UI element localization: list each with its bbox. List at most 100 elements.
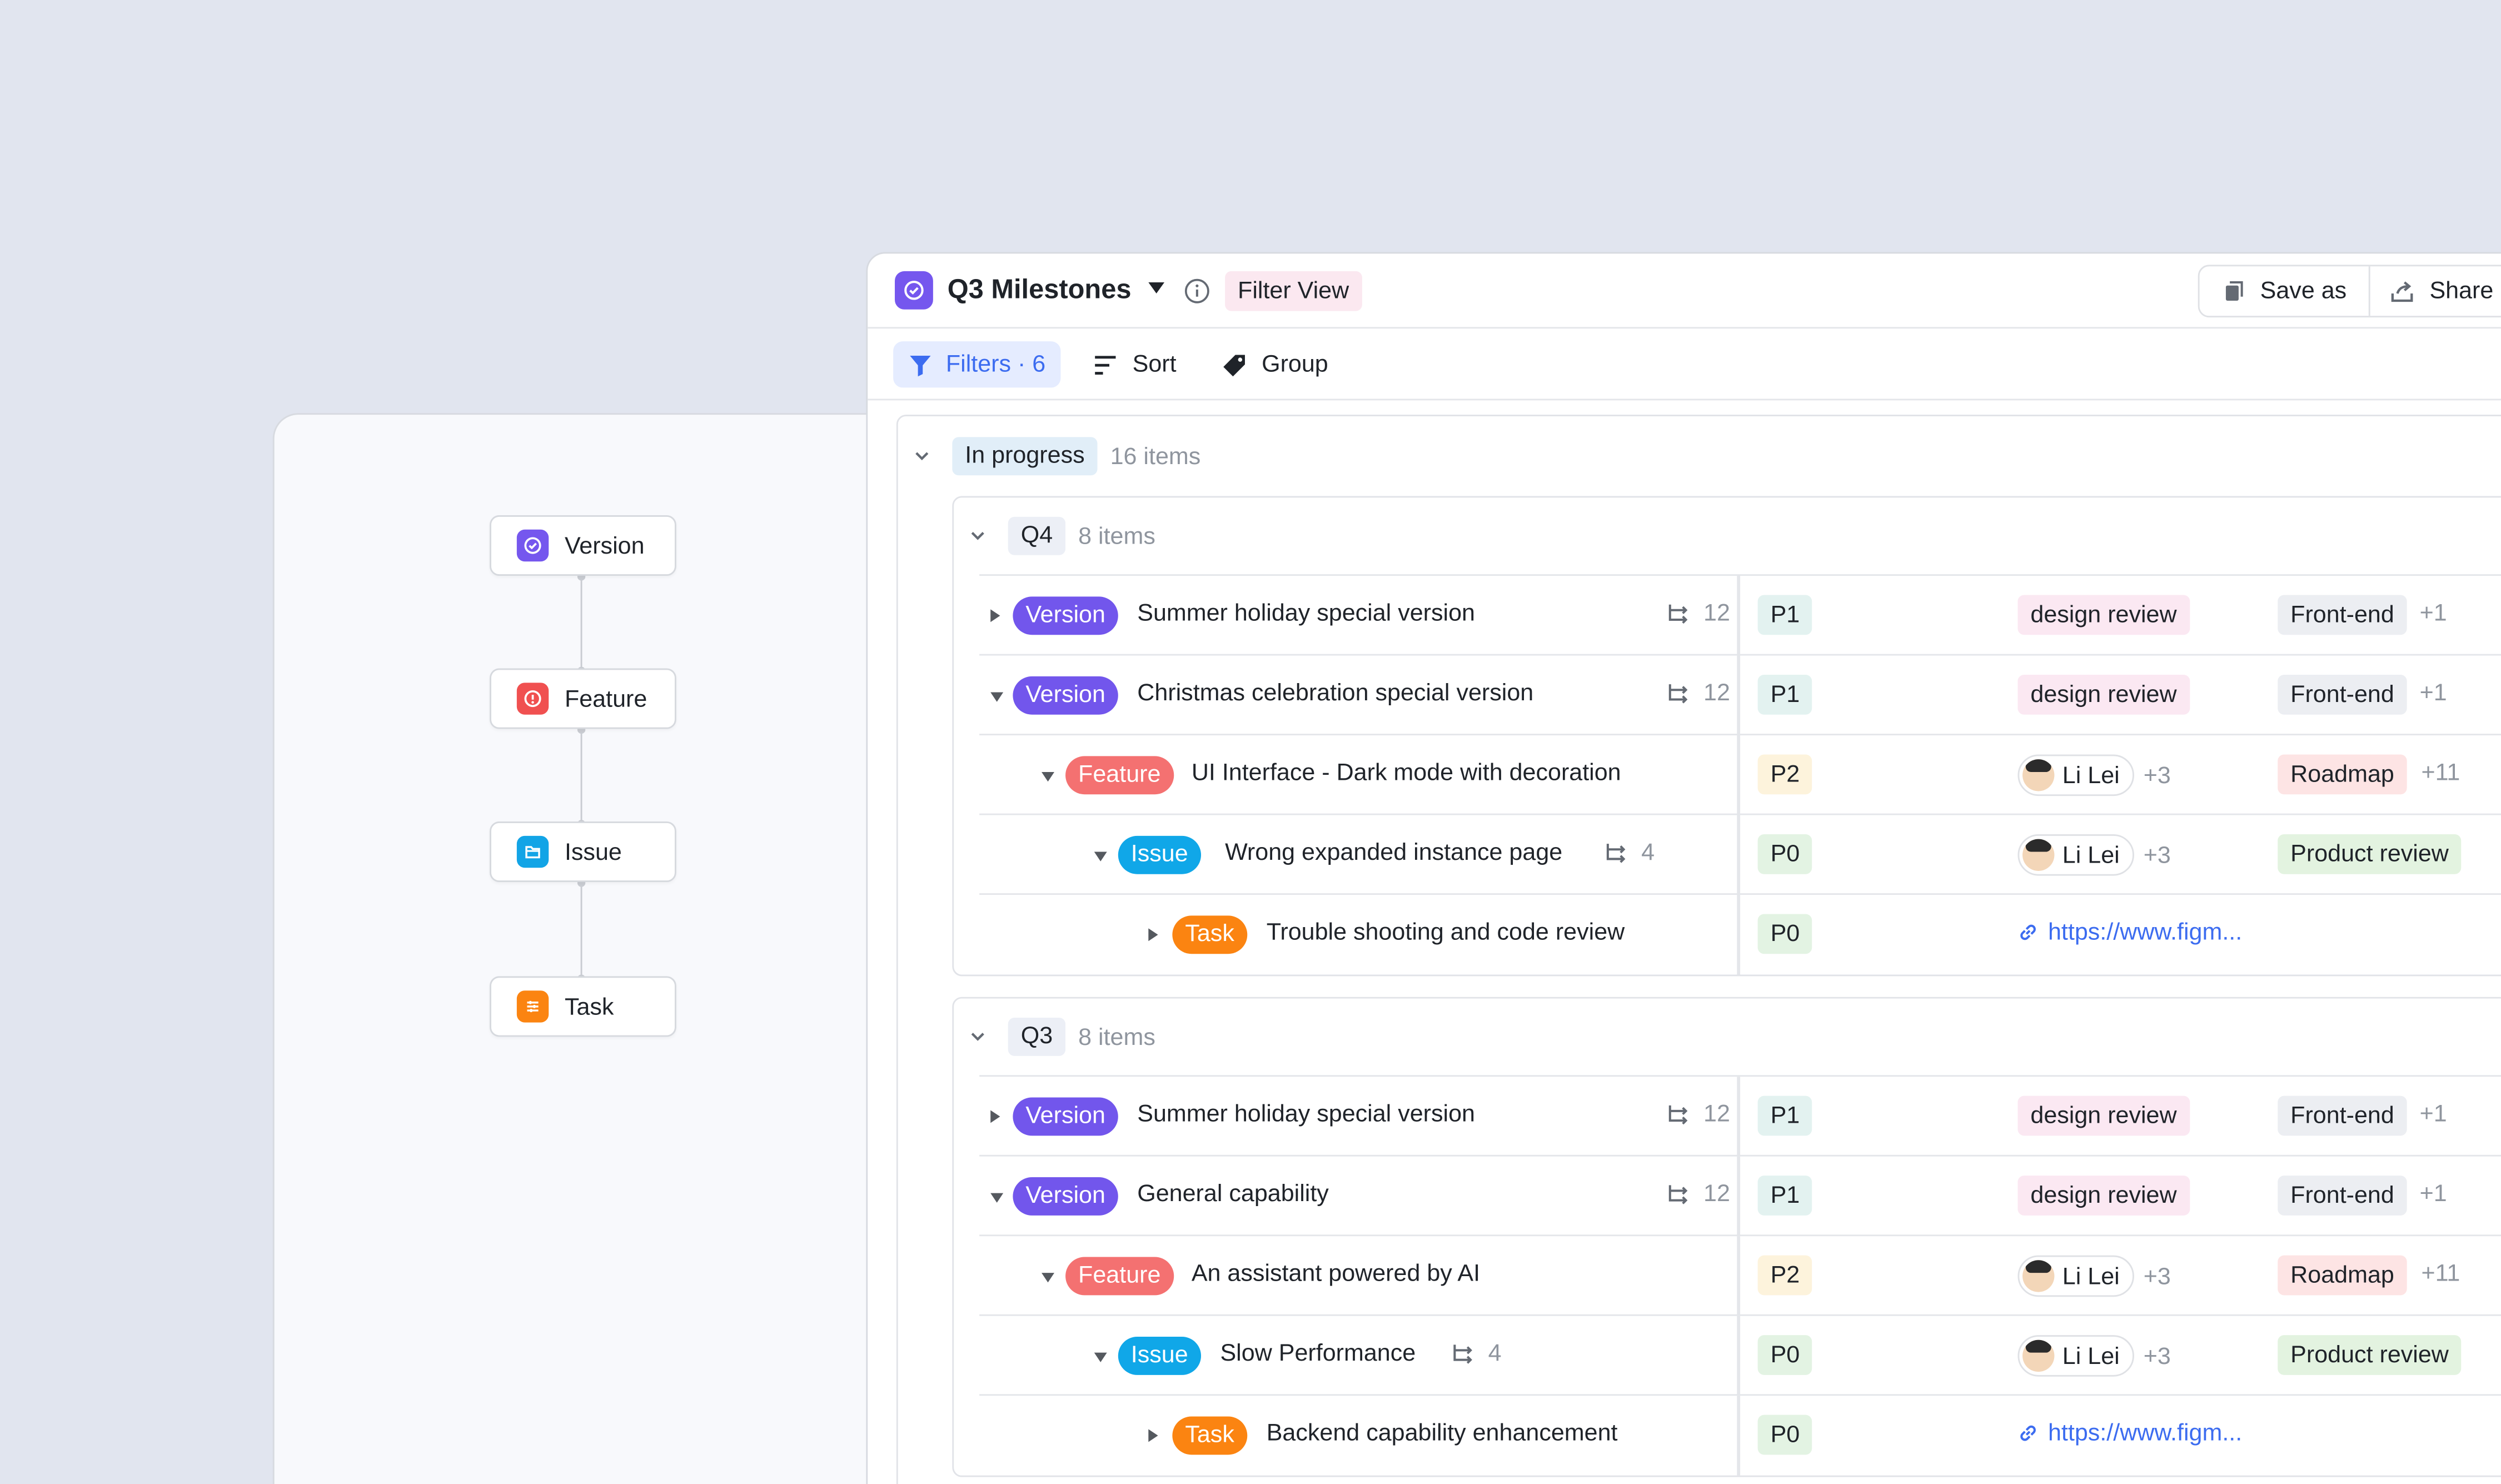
assignee-more-count[interactable]: +3 bbox=[2144, 1263, 2171, 1290]
team-tag[interactable]: Roadmap bbox=[2278, 1255, 2407, 1296]
stage-tag[interactable]: design review bbox=[2017, 1176, 2190, 1216]
table-row[interactable]: Version Christmas celebration special ver… bbox=[979, 654, 2501, 736]
hierarchy-node-issue[interactable]: Issue bbox=[490, 821, 676, 883]
assignee-chip[interactable]: Li Lei bbox=[2017, 1335, 2134, 1377]
assignee-chip[interactable]: Li Lei bbox=[2017, 754, 2134, 796]
priority-tag[interactable]: P2 bbox=[1757, 754, 1813, 795]
table-row[interactable]: Task Backend capability enhancement P0 http… bbox=[979, 1394, 2501, 1476]
collapse-caret-icon[interactable] bbox=[1042, 772, 1055, 782]
assignee-more-count[interactable]: +3 bbox=[2144, 841, 2171, 869]
team-more-count[interactable]: +1 bbox=[2420, 1100, 2447, 1128]
row-name[interactable]: Slow Performance bbox=[1220, 1340, 1416, 1367]
chevron-down-icon[interactable] bbox=[970, 1029, 986, 1045]
row-title-cell: Version Summer holiday special version 12 bbox=[979, 576, 1741, 656]
team-tag[interactable]: Product review bbox=[2278, 834, 2462, 874]
priority-tag[interactable]: P1 bbox=[1757, 674, 1813, 715]
filter-view-tag[interactable]: Filter View bbox=[1225, 271, 1362, 311]
stage-tag[interactable]: design review bbox=[2017, 595, 2190, 635]
stage-tag[interactable]: design review bbox=[2017, 674, 2190, 715]
team-more-count[interactable]: +11 bbox=[2422, 759, 2460, 786]
priority-tag[interactable]: P1 bbox=[1757, 595, 1813, 635]
assignee-chip[interactable]: Li Lei bbox=[2017, 1255, 2134, 1297]
row-name[interactable]: UI Interface - Dark mode with decoration bbox=[1192, 759, 1621, 786]
priority-tag[interactable]: P0 bbox=[1757, 1415, 1813, 1455]
assignee-more-count[interactable]: +3 bbox=[2144, 1342, 2171, 1370]
row-name[interactable]: An assistant powered by AI bbox=[1192, 1260, 1480, 1287]
priority-tag[interactable]: P0 bbox=[1757, 1335, 1813, 1375]
hierarchy-node-version[interactable]: Version bbox=[490, 515, 676, 576]
subitem-count[interactable]: 12 bbox=[1665, 1181, 1730, 1208]
team-more-count[interactable]: +1 bbox=[2420, 1181, 2447, 1208]
team-more-count[interactable]: +11 bbox=[2422, 1260, 2460, 1287]
subitem-count[interactable]: 4 bbox=[1603, 839, 1655, 866]
hierarchy-node-task[interactable]: Task bbox=[490, 976, 676, 1037]
team-more-count[interactable]: +1 bbox=[2420, 600, 2447, 627]
sort-button[interactable]: Sort bbox=[1093, 341, 1177, 387]
url-link[interactable]: https://www.figm... bbox=[2017, 919, 2242, 946]
row-name[interactable]: Trouble shooting and code review bbox=[1267, 919, 1625, 946]
priority-tag[interactable]: P1 bbox=[1757, 1095, 1813, 1136]
share-button[interactable]: Share bbox=[2370, 266, 2493, 316]
url-link[interactable]: https://www.figm... bbox=[2017, 1420, 2242, 1447]
table-row[interactable]: Feature UI Interface - Dark mode with dec… bbox=[979, 734, 2501, 815]
collapse-caret-icon[interactable] bbox=[1042, 1273, 1055, 1283]
collapse-caret-icon[interactable] bbox=[1094, 851, 1107, 861]
chevron-down-icon[interactable] bbox=[970, 528, 986, 544]
collapse-caret-icon[interactable] bbox=[990, 1193, 1004, 1203]
assignee-more-count[interactable]: +3 bbox=[2144, 761, 2171, 789]
subitem-count[interactable]: 12 bbox=[1665, 680, 1730, 706]
row-name[interactable]: Christmas celebration special version bbox=[1137, 680, 1533, 707]
collapse-caret-icon[interactable] bbox=[990, 692, 1004, 702]
expand-caret-icon[interactable] bbox=[990, 609, 1000, 623]
expand-caret-icon[interactable] bbox=[1148, 1429, 1158, 1442]
team-tag[interactable]: Front-end bbox=[2278, 674, 2407, 715]
assignee[interactable]: Li Lei +3 bbox=[2017, 1335, 2171, 1377]
hierarchy-node-feature[interactable]: Feature bbox=[490, 668, 676, 729]
assignee-chip[interactable]: Li Lei bbox=[2017, 834, 2134, 876]
priority-tag[interactable]: P0 bbox=[1757, 914, 1813, 954]
row-name[interactable]: General capability bbox=[1137, 1181, 1329, 1208]
table-row[interactable]: Version Summer holiday special version 12 P… bbox=[979, 574, 2501, 656]
row-name[interactable]: Summer holiday special version bbox=[1137, 1100, 1475, 1128]
subitem-count[interactable]: 12 bbox=[1665, 600, 1730, 627]
expand-caret-icon[interactable] bbox=[1148, 928, 1158, 942]
group-button[interactable]: Group bbox=[1222, 341, 1328, 387]
hierarchy-node-label: Version bbox=[564, 532, 645, 559]
filters-button[interactable]: Filters · 6 bbox=[893, 341, 1060, 388]
team-tag[interactable]: Front-end bbox=[2278, 1095, 2407, 1136]
priority-tag[interactable]: P2 bbox=[1757, 1255, 1813, 1296]
collapse-caret-icon[interactable] bbox=[1094, 1352, 1107, 1362]
row-name[interactable]: Wrong expanded instance page bbox=[1225, 839, 1562, 867]
subgroup-header[interactable]: Q4 8 items bbox=[970, 516, 1155, 555]
expand-caret-icon[interactable] bbox=[990, 1110, 1000, 1123]
row-name[interactable]: Summer holiday special version bbox=[1137, 600, 1475, 627]
priority-tag[interactable]: P1 bbox=[1757, 1176, 1813, 1216]
caret-down-icon[interactable] bbox=[1148, 282, 1165, 294]
team-tag[interactable]: Front-end bbox=[2278, 1176, 2407, 1216]
table-row[interactable]: Version Summer holiday special version 12 P… bbox=[979, 1075, 2501, 1157]
priority-tag[interactable]: P0 bbox=[1757, 834, 1813, 874]
row-name[interactable]: Backend capability enhancement bbox=[1267, 1420, 1618, 1447]
table-row[interactable]: Task Trouble shooting and code review P0 ht… bbox=[979, 893, 2501, 975]
team-tag[interactable]: Product review bbox=[2278, 1335, 2462, 1375]
assignee[interactable]: Li Lei +3 bbox=[2017, 1255, 2171, 1297]
chevron-down-icon[interactable] bbox=[914, 448, 930, 464]
subitem-count[interactable]: 12 bbox=[1665, 1100, 1730, 1128]
table-row[interactable]: Issue Wrong expanded instance page 4 P0 Li L… bbox=[979, 813, 2501, 895]
subitems-icon bbox=[1668, 683, 1688, 703]
subgroup-header[interactable]: Q3 8 items bbox=[970, 1017, 1155, 1056]
assignee[interactable]: Li Lei +3 bbox=[2017, 754, 2171, 796]
table-row[interactable]: Feature An assistant powered by AI P2 Li Le… bbox=[979, 1234, 2501, 1316]
table-row[interactable]: Version General capability 12 P1 design revi… bbox=[979, 1154, 2501, 1237]
assignee[interactable]: Li Lei +3 bbox=[2017, 834, 2171, 876]
team-tag[interactable]: Roadmap bbox=[2278, 754, 2407, 795]
info-icon[interactable] bbox=[1183, 277, 1210, 312]
stage-tag[interactable]: design review bbox=[2017, 1095, 2190, 1136]
page-title[interactable]: Q3 Milestones bbox=[948, 275, 1132, 306]
group-header[interactable]: In progress 16 items bbox=[914, 437, 1200, 476]
table-row[interactable]: Issue Slow Performance 4 P0 Li Lei +3 Product … bbox=[979, 1314, 2501, 1396]
team-more-count[interactable]: +1 bbox=[2420, 680, 2447, 707]
subitem-count[interactable]: 4 bbox=[1450, 1340, 1502, 1367]
save-as-button[interactable]: Save as bbox=[2200, 266, 2371, 316]
team-tag[interactable]: Front-end bbox=[2278, 595, 2407, 635]
